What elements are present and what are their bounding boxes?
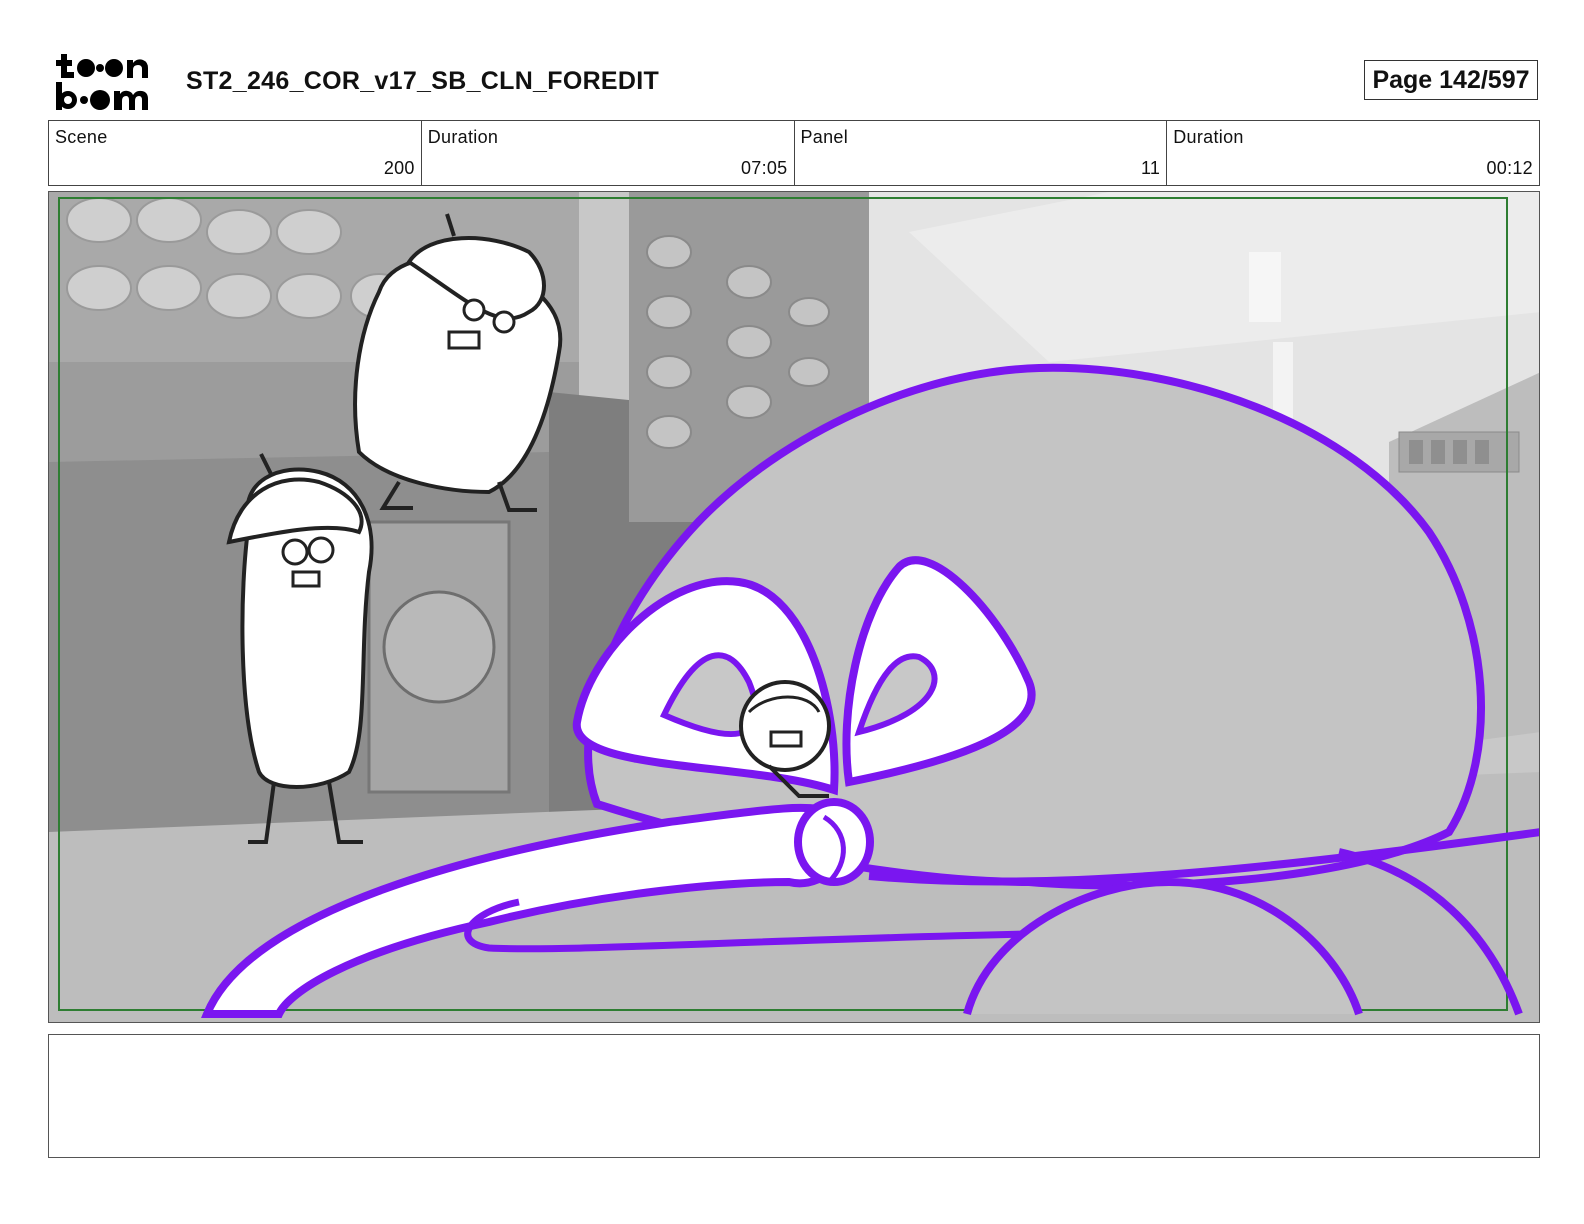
- storyboard-panel: [48, 191, 1540, 1023]
- panel-notes: [48, 1034, 1540, 1158]
- panel-duration-cell: Duration 00:12: [1167, 121, 1539, 185]
- scene-value: 200: [383, 158, 415, 178]
- scene-duration-label: Duration: [427, 127, 499, 147]
- panel-artwork: [49, 192, 1539, 1022]
- toonboom-logo: [56, 54, 148, 110]
- panel-duration-value: 00:12: [1486, 158, 1533, 178]
- document-title: ST2_246_COR_v17_SB_CLN_FOREDIT: [186, 67, 660, 95]
- panel-duration-label: Duration: [1173, 127, 1244, 147]
- scene-duration-value: 07:05: [740, 158, 788, 178]
- scene-cell: Scene 200: [49, 121, 422, 185]
- page-indicator: Page 142/597: [1364, 60, 1538, 100]
- scene-label: Scene: [55, 127, 108, 147]
- panel-value: 11: [1140, 158, 1161, 178]
- scene-info-row: Scene 200 Duration 07:05 Panel 11 Durati…: [48, 120, 1540, 186]
- scene-duration-cell: Duration 07:05: [422, 121, 795, 185]
- panel-cell: Panel 11: [795, 121, 1168, 185]
- panel-label: Panel: [800, 127, 849, 147]
